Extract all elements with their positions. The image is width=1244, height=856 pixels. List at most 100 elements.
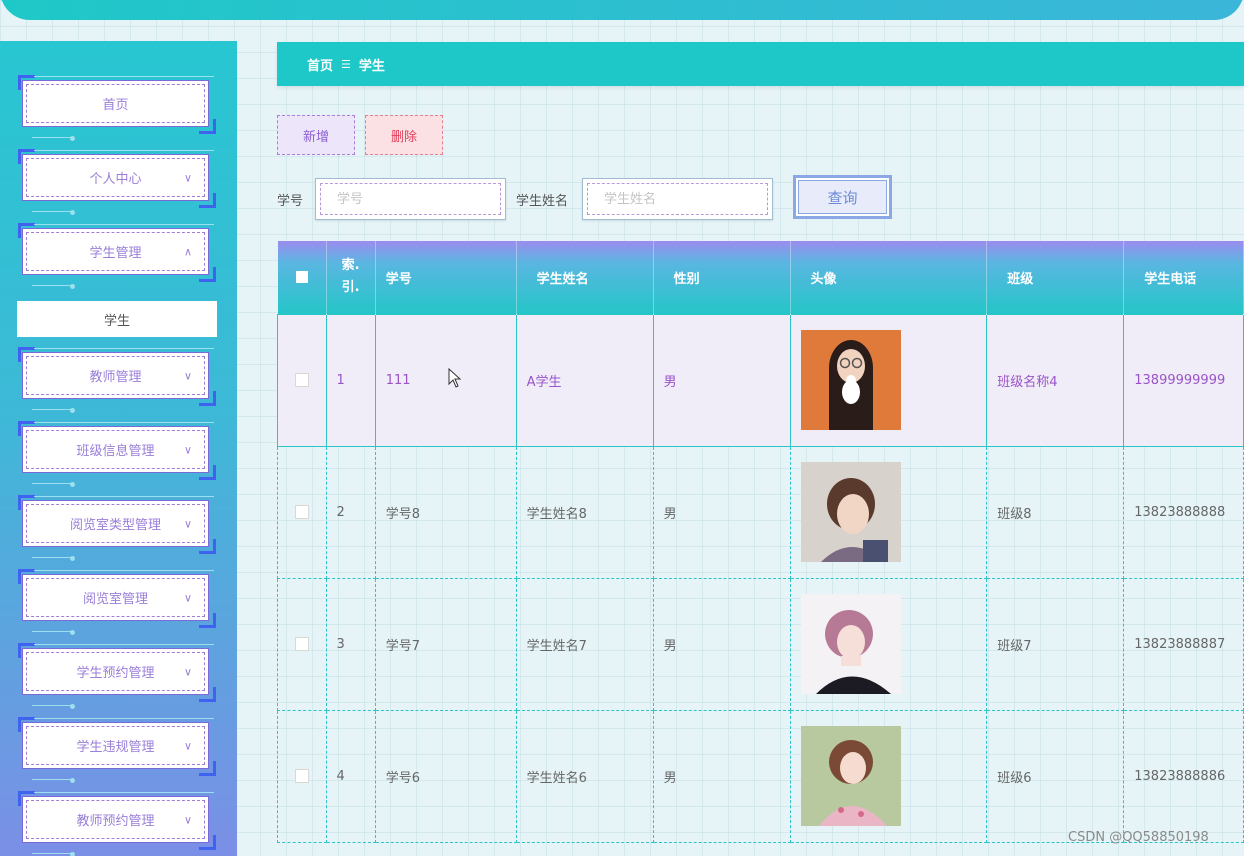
column-header-phone: 学生电话 xyxy=(1123,241,1244,314)
row-gender: 男 xyxy=(652,577,791,711)
table-header-row: 索. 引. 学号 学生姓名 性别 头像 班级 学生电话 xyxy=(277,241,1244,314)
row-checkbox[interactable] xyxy=(294,769,309,783)
sidebar-item-label: 教师管理 xyxy=(89,370,142,385)
row-student-id: 学号7 xyxy=(374,577,517,711)
breadcrumb-home[interactable]: 首页 xyxy=(307,55,333,74)
chevron-down-icon: ∨ xyxy=(183,369,192,382)
sidebar-subitem-student[interactable]: 学生 xyxy=(17,301,217,337)
select-all-header xyxy=(277,241,327,314)
row-phone: 13823888886 xyxy=(1123,709,1244,843)
row-class: 班级名称4 xyxy=(986,313,1125,447)
row-class: 班级6 xyxy=(986,709,1125,843)
girl-pink-hair-photo-icon xyxy=(800,594,901,694)
row-class: 班级8 xyxy=(986,445,1125,579)
sidebar-item-label: 学生管理 xyxy=(89,246,142,261)
column-header-name: 学生姓名 xyxy=(516,241,654,314)
breadcrumb: 首页 ☰ 学生 xyxy=(277,42,1244,86)
column-header-class: 班级 xyxy=(986,241,1125,314)
query-button-label: 查询 xyxy=(798,180,887,214)
row-checkbox-cell xyxy=(277,313,327,447)
row-student-id: 学号6 xyxy=(374,709,517,843)
sidebar-item-student-violation-management[interactable]: 学生违规管理 ∨ xyxy=(18,717,216,783)
add-button[interactable]: 新增 xyxy=(277,115,355,155)
sidebar-item-label: 班级信息管理 xyxy=(76,444,155,459)
row-checkbox-cell xyxy=(277,445,327,579)
row-phone: 13899999999 xyxy=(1123,313,1244,447)
student-name-input[interactable] xyxy=(602,190,767,208)
table-row[interactable]: 2 学号8 学生姓名8 男 班级8 13823888888 xyxy=(277,445,1244,579)
girl-glasses-photo-icon xyxy=(800,330,901,430)
table-row[interactable]: 1 111 A学生 男 班级名称4 13899999999 xyxy=(277,313,1244,447)
row-name: A学生 xyxy=(515,313,654,447)
sidebar-item-label: 个人中心 xyxy=(89,172,142,187)
row-gender: 男 xyxy=(652,313,791,447)
sidebar-item-class-info-management[interactable]: 班级信息管理 ∨ xyxy=(18,421,216,487)
sidebar-item-reading-room-management[interactable]: 阅览室管理 ∨ xyxy=(18,569,216,635)
row-index: 2 xyxy=(325,445,376,579)
delete-button[interactable]: 删除 xyxy=(365,115,443,155)
row-gender: 男 xyxy=(652,445,791,579)
student-name-field xyxy=(582,178,773,220)
row-phone: 13823888888 xyxy=(1123,445,1244,579)
chevron-up-icon: ∧ xyxy=(183,245,192,258)
table-row[interactable]: 3 学号7 学生姓名7 男 班级7 13823888887 xyxy=(277,577,1244,711)
sidebar-item-student-management[interactable]: 学生管理 ∧ xyxy=(18,223,216,289)
select-all-checkbox[interactable] xyxy=(295,271,308,284)
row-class: 班级7 xyxy=(986,577,1125,711)
student-name-label: 学生姓名 xyxy=(516,194,569,209)
column-header-index: 索. 引. xyxy=(326,241,376,314)
sidebar-item-label: 阅览室管理 xyxy=(82,592,148,607)
sidebar-item-student-reservation-management[interactable]: 学生预约管理 ∨ xyxy=(18,643,216,709)
sidebar-item-reading-room-type-management[interactable]: 阅览室类型管理 ∨ xyxy=(18,495,216,561)
row-index: 3 xyxy=(325,577,376,711)
row-checkbox-cell xyxy=(277,577,327,711)
row-name: 学生姓名8 xyxy=(515,445,654,579)
chevron-down-icon: ∨ xyxy=(183,813,192,826)
student-table: 索. 引. 学号 学生姓名 性别 头像 班级 学生电话 1 111 A学生 男 xyxy=(277,241,1244,843)
table-row[interactable]: 4 学号6 学生姓名6 男 班级6 13823888886 xyxy=(277,709,1244,843)
query-button[interactable]: 查询 xyxy=(793,175,892,219)
row-avatar-cell xyxy=(789,445,988,579)
row-name: 学生姓名6 xyxy=(515,709,654,843)
sidebar-item-home[interactable]: 首页 xyxy=(18,75,216,141)
row-gender: 男 xyxy=(652,709,791,843)
breadcrumb-current: 学生 xyxy=(358,58,385,74)
row-index: 4 xyxy=(325,709,376,843)
sidebar-item-label: 教师预约管理 xyxy=(76,814,155,829)
chevron-down-icon: ∨ xyxy=(183,443,192,456)
row-student-id: 学号8 xyxy=(374,445,517,579)
watermark-text: CSDN @QQ58850198 xyxy=(1068,830,1209,845)
row-phone: 13823888887 xyxy=(1123,577,1244,711)
student-id-label: 学号 xyxy=(277,194,304,209)
chevron-down-icon: ∨ xyxy=(183,665,192,678)
row-index: 1 xyxy=(325,313,376,447)
sidebar-item-teacher-reservation-management[interactable]: 教师预约管理 ∨ xyxy=(18,791,216,856)
sidebar-item-label: 阅览室类型管理 xyxy=(69,518,161,533)
sidebar: 首页 个人中心 ∨ 学生管理 ∧ 学生 教师管理 ∨ 班级信息管理 ∨ 阅览室类… xyxy=(0,41,237,856)
row-checkbox[interactable] xyxy=(294,637,309,651)
row-avatar-cell xyxy=(789,709,988,843)
chevron-down-icon: ∨ xyxy=(183,171,192,184)
sidebar-item-label: 学生预约管理 xyxy=(76,666,155,681)
column-header-student-id: 学号 xyxy=(375,241,517,314)
row-checkbox-cell xyxy=(277,709,327,843)
breadcrumb-separator-icon: ☰ xyxy=(341,57,351,71)
girl-floral-photo-icon xyxy=(800,726,901,826)
boy-portrait-photo-icon xyxy=(800,462,901,562)
chevron-down-icon: ∨ xyxy=(183,591,192,604)
row-avatar-cell xyxy=(789,577,988,711)
sidebar-item-teacher-management[interactable]: 教师管理 ∨ xyxy=(18,347,216,413)
column-header-gender: 性别 xyxy=(653,241,791,314)
student-id-field xyxy=(315,178,506,220)
sidebar-item-personal-center[interactable]: 个人中心 ∨ xyxy=(18,149,216,215)
top-header-bar xyxy=(0,0,1244,20)
row-avatar-cell xyxy=(789,313,988,447)
column-header-avatar: 头像 xyxy=(790,241,988,314)
sidebar-item-label: 学生违规管理 xyxy=(76,740,155,755)
chevron-down-icon: ∨ xyxy=(183,739,192,752)
student-id-input[interactable] xyxy=(335,190,500,208)
row-checkbox[interactable] xyxy=(294,505,309,519)
mouse-pointer-icon xyxy=(448,368,462,388)
row-checkbox[interactable] xyxy=(294,373,309,387)
chevron-down-icon: ∨ xyxy=(183,517,192,530)
